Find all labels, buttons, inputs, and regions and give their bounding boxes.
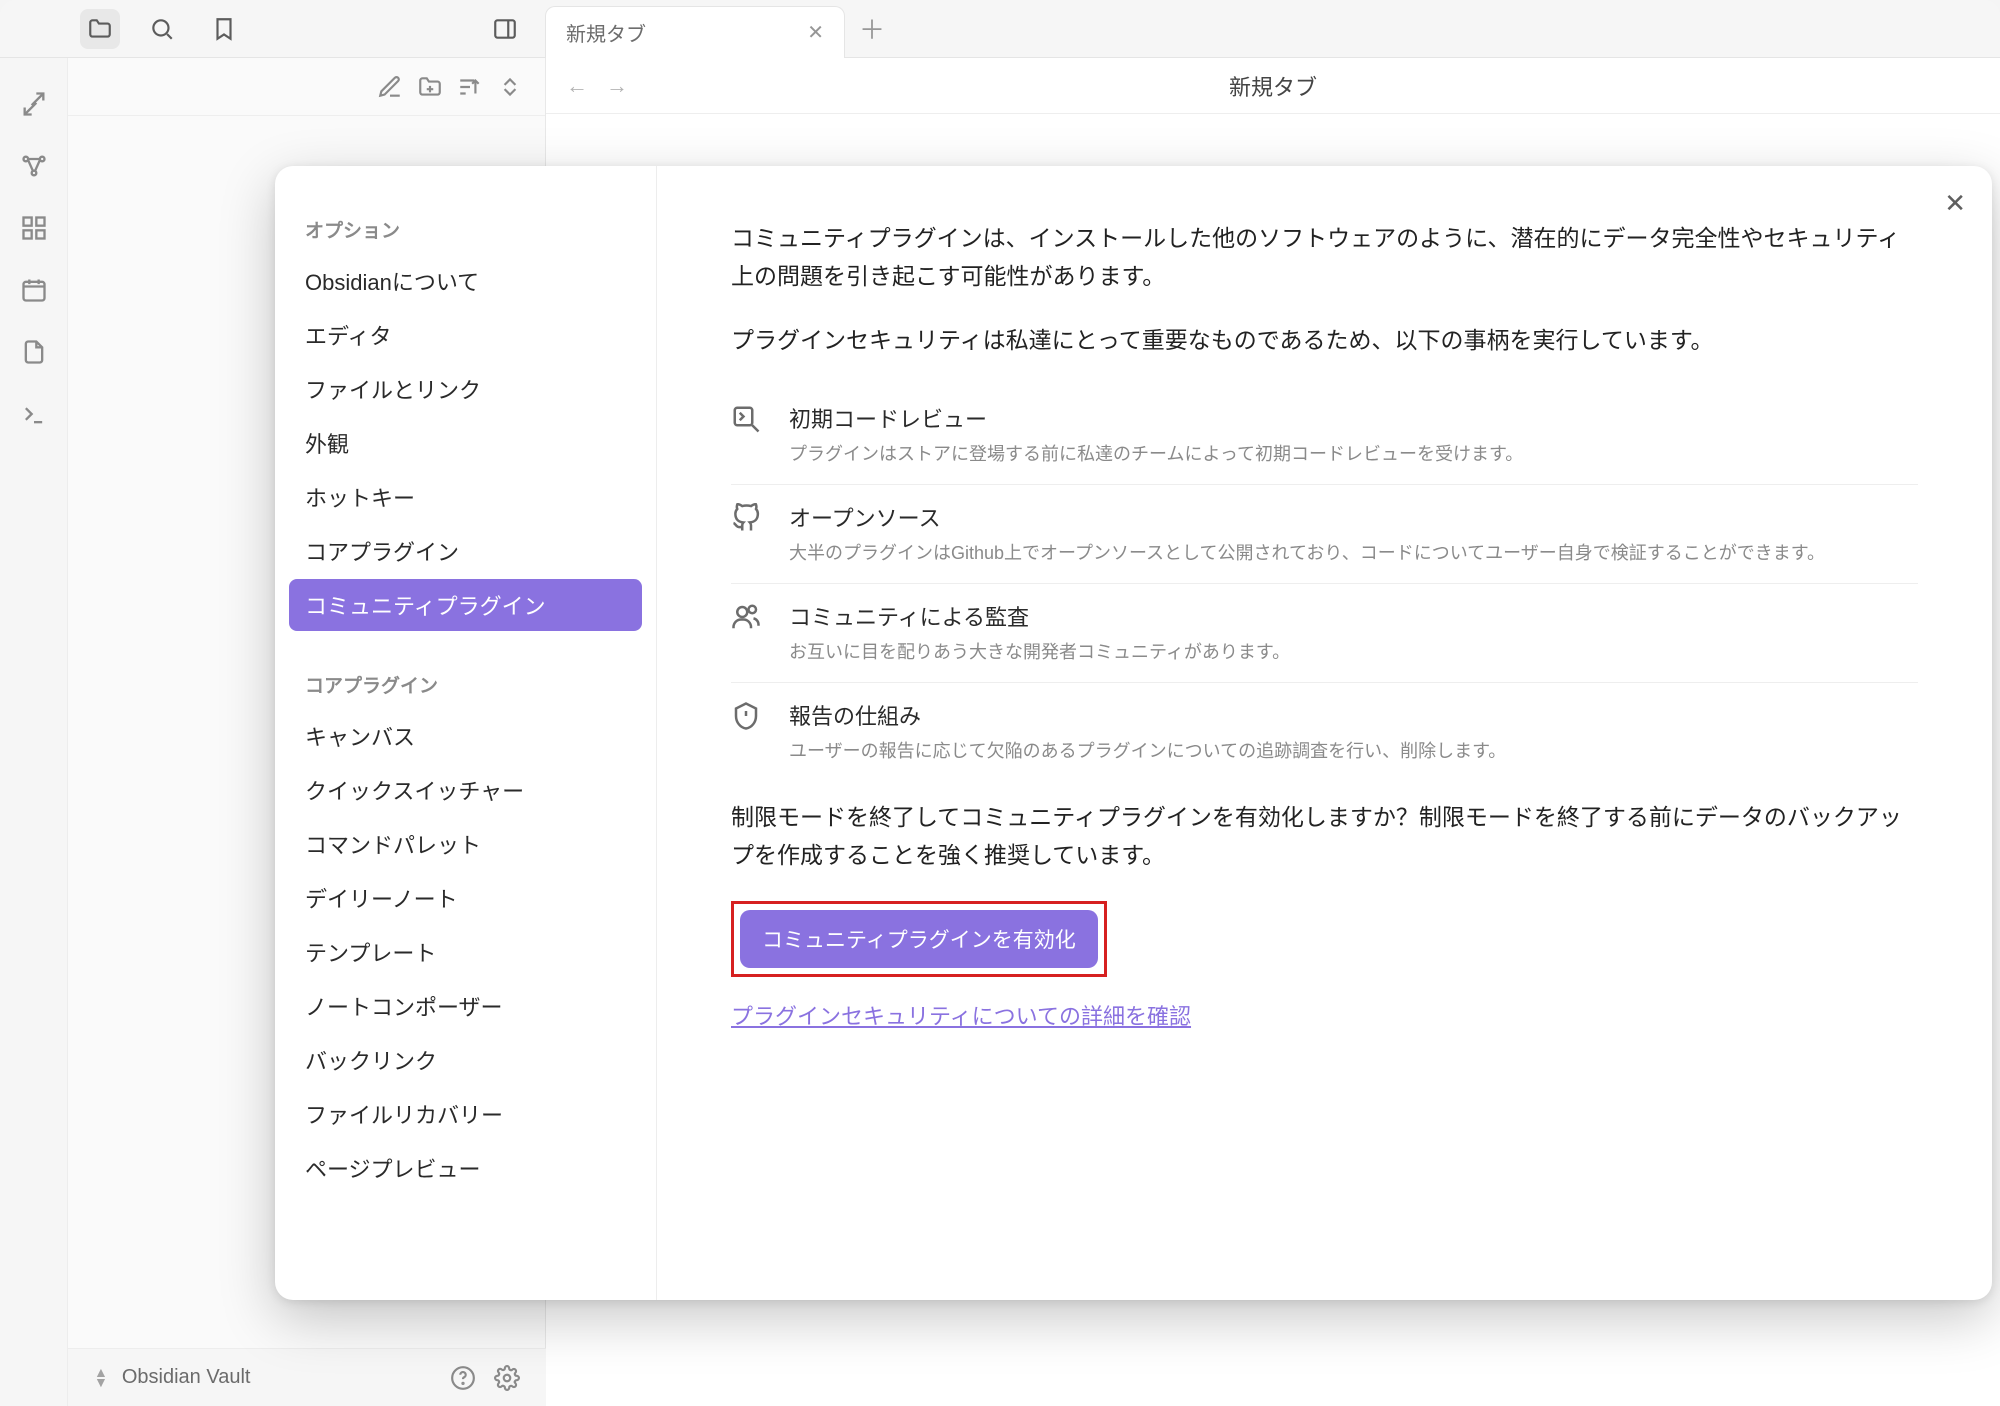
command-palette-icon[interactable]: [16, 396, 52, 432]
github-icon: [731, 501, 765, 565]
sidebar-item-editor[interactable]: エディタ: [289, 309, 642, 361]
search-tab-icon[interactable]: [142, 9, 182, 49]
sidebar-item-appearance[interactable]: 外観: [289, 417, 642, 469]
bookmark-tab-icon[interactable]: [204, 9, 244, 49]
enable-button-highlight: コミュニティプラグインを有効化: [731, 901, 1107, 977]
new-tab-button[interactable]: ＋: [859, 10, 885, 47]
new-note-icon[interactable]: [377, 74, 403, 100]
info-item-reporting: 報告の仕組み ユーザーの報告に応じて欠陥のあるプラグインについての追跡調査を行い…: [731, 683, 1918, 781]
canvas-icon[interactable]: [16, 210, 52, 246]
close-icon[interactable]: ✕: [1944, 188, 1966, 219]
tab-title: 新規タブ: [566, 18, 646, 47]
shield-icon: [731, 699, 765, 763]
info-item-community-audit: コミュニティによる監査 お互いに目を配りあう大きな開発者コミュニティがあります。: [731, 584, 1918, 683]
new-folder-icon[interactable]: [417, 74, 443, 100]
learn-more-link[interactable]: プラグインセキュリティについての詳細を確認: [731, 1004, 1191, 1029]
info-desc: 大半のプラグインはGithub上でオープンソースとして公開されており、コードにつ…: [789, 539, 1825, 565]
info-title: オープンソース: [789, 501, 1825, 533]
sort-icon[interactable]: [457, 74, 483, 100]
info-item-open-source: オープンソース 大半のプラグインはGithub上でオープンソースとして公開されて…: [731, 485, 1918, 584]
sidebar-item-file-recovery[interactable]: ファイルリカバリー: [289, 1088, 642, 1140]
core-plugins-header: コアプラグイン: [289, 661, 642, 710]
sidebar-item-daily-notes[interactable]: デイリーノート: [289, 872, 642, 924]
ribbon: [0, 58, 68, 1406]
settings-icon[interactable]: [494, 1365, 520, 1391]
vault-name: Obsidian Vault: [122, 1366, 251, 1389]
sidebar-item-backlinks[interactable]: バックリンク: [289, 1034, 642, 1086]
status-bar: ▲▼ Obsidian Vault: [68, 1348, 546, 1406]
collapse-icon[interactable]: [497, 74, 523, 100]
folder-tab-icon[interactable]: [80, 9, 120, 49]
info-title: 報告の仕組み: [789, 699, 1506, 731]
confirm-paragraph: 制限モードを終了してコミュニティプラグインを有効化しますか？制限モードを終了する…: [731, 799, 1918, 875]
sidebar-item-files-links[interactable]: ファイルとリンク: [289, 363, 642, 415]
daily-note-icon[interactable]: [16, 272, 52, 308]
info-desc: ユーザーの報告に応じて欠陥のあるプラグインについての追跡調査を行い、削除します。: [789, 737, 1506, 763]
info-item-code-review: 初期コードレビュー プラグインはストアに登場する前に私達のチームによって初期コー…: [731, 386, 1918, 485]
security-paragraph: プラグインセキュリティは私達にとって重要なものであるため、以下の事柄を実行してい…: [731, 322, 1918, 360]
quick-switcher-icon[interactable]: [16, 86, 52, 122]
sidebar-item-quick-switcher[interactable]: クイックスイッチャー: [289, 764, 642, 816]
code-review-icon: [731, 402, 765, 466]
sidebar-item-page-preview[interactable]: ページプレビュー: [289, 1142, 642, 1194]
nav-forward-icon[interactable]: →: [606, 73, 628, 99]
info-desc: プラグインはストアに登場する前に私達のチームによって初期コードレビューを受けます…: [789, 440, 1523, 466]
page-title: 新規タブ: [1229, 70, 1317, 102]
info-title: 初期コードレビュー: [789, 402, 1523, 434]
info-title: コミュニティによる監査: [789, 600, 1290, 632]
sidebar-item-templates[interactable]: テンプレート: [289, 926, 642, 978]
vault-switcher-icon[interactable]: ▲▼: [94, 1368, 108, 1388]
help-icon[interactable]: [450, 1365, 476, 1391]
settings-sidebar: オプション Obsidianについて エディタ ファイルとリンク 外観 ホットキ…: [275, 166, 657, 1300]
graph-icon[interactable]: [16, 148, 52, 184]
settings-content: コミュニティプラグインは、インストールした他のソフトウェアのように、潜在的にデー…: [657, 166, 1992, 1300]
sidebar-item-about[interactable]: Obsidianについて: [289, 255, 642, 307]
intro-paragraph: コミュニティプラグインは、インストールした他のソフトウェアのように、潜在的にデー…: [731, 220, 1918, 296]
options-header: オプション: [289, 206, 642, 255]
tab-bar: 新規タブ ✕ ＋: [545, 0, 2000, 57]
community-icon: [731, 600, 765, 664]
sidebar-item-canvas[interactable]: キャンバス: [289, 710, 642, 762]
panel-right-icon[interactable]: [485, 9, 525, 49]
sidebar-item-command-palette[interactable]: コマンドパレット: [289, 818, 642, 870]
tab-new[interactable]: 新規タブ ✕: [545, 6, 845, 58]
tab-close-icon[interactable]: ✕: [807, 20, 824, 45]
info-desc: お互いに目を配りあう大きな開発者コミュニティがあります。: [789, 638, 1290, 664]
window-toolbar: 新規タブ ✕ ＋: [0, 0, 2000, 58]
sidebar-item-core-plugins[interactable]: コアプラグイン: [289, 525, 642, 577]
template-icon[interactable]: [16, 334, 52, 370]
nav-back-icon[interactable]: ←: [566, 73, 588, 99]
sidebar-item-community-plugins[interactable]: コミュニティプラグイン: [289, 579, 642, 631]
sidebar-item-hotkeys[interactable]: ホットキー: [289, 471, 642, 523]
sidebar-item-note-composer[interactable]: ノートコンポーザー: [289, 980, 642, 1032]
settings-modal: ✕ オプション Obsidianについて エディタ ファイルとリンク 外観 ホッ…: [275, 166, 1992, 1300]
enable-community-plugins-button[interactable]: コミュニティプラグインを有効化: [740, 910, 1098, 968]
